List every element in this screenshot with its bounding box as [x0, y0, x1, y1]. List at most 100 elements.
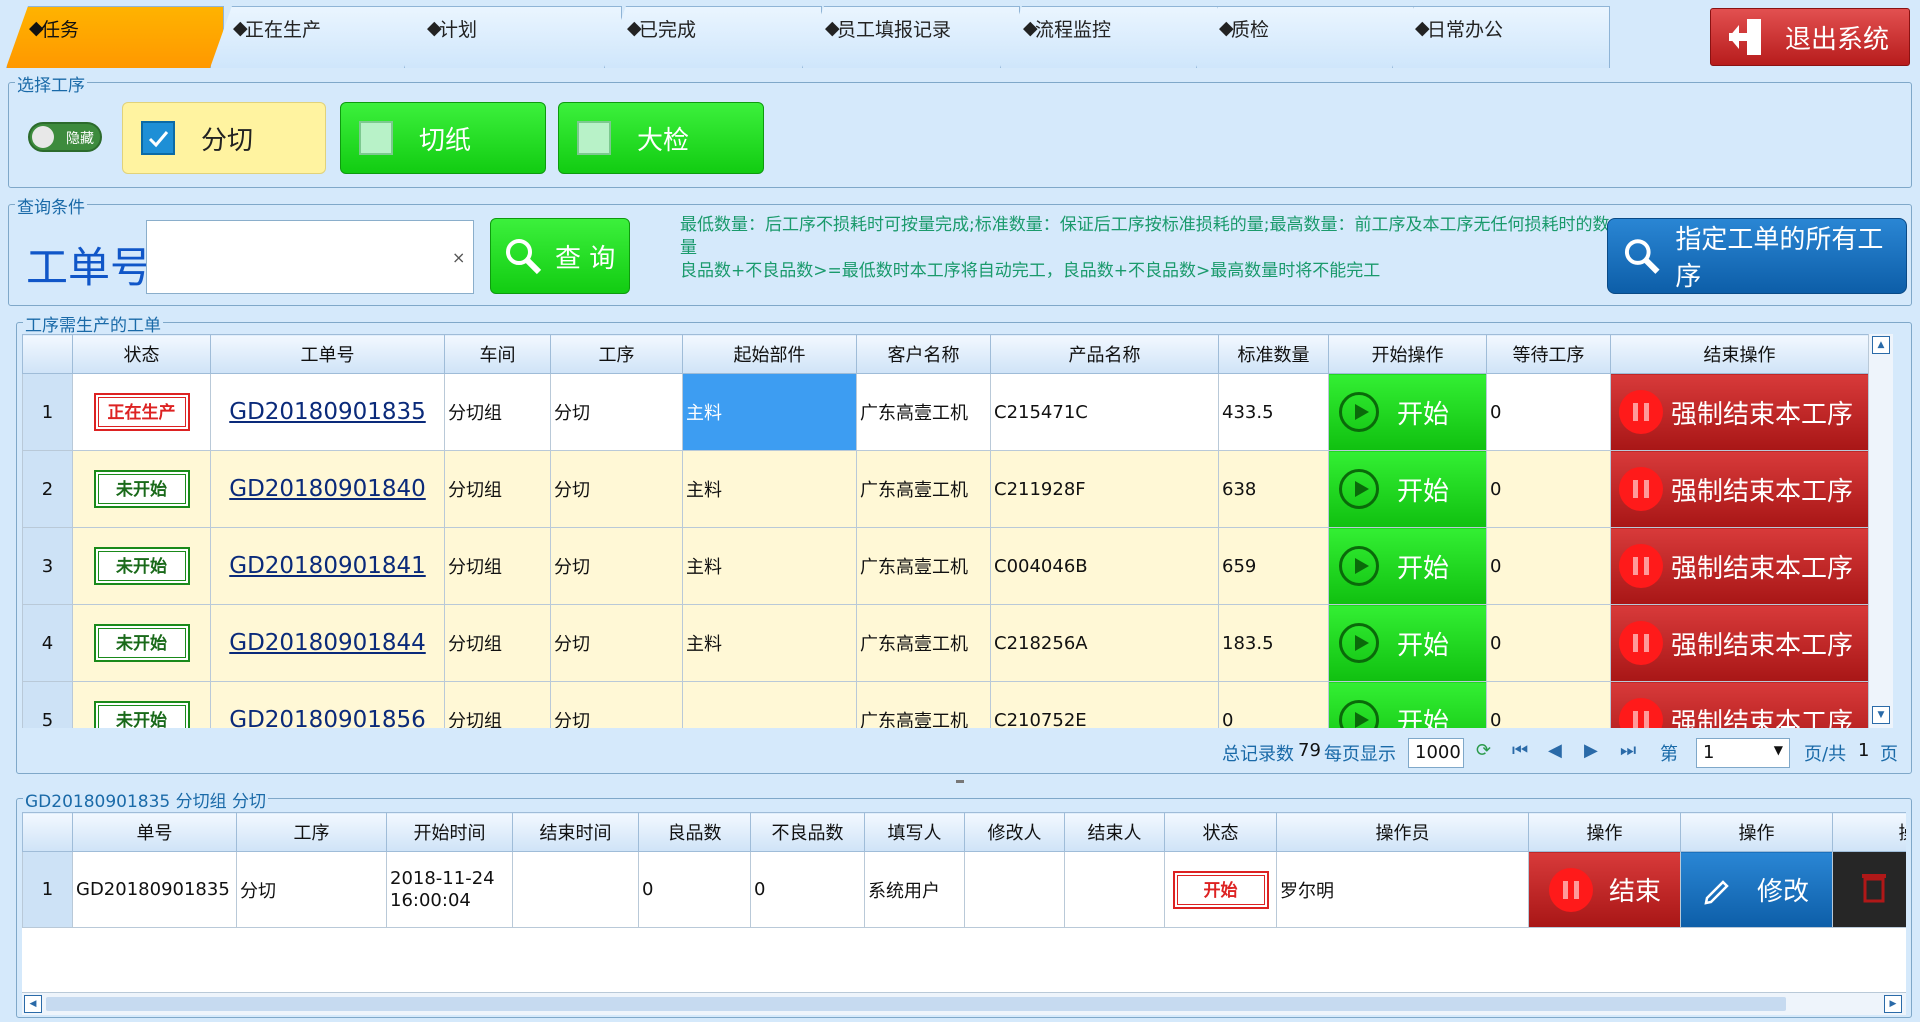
table-row[interactable]: 5 未开始 GD20180901856 分切组 分切 广东高壹工机 C21075… [22, 681, 1868, 728]
tab-task[interactable]: ◆ 任务 [6, 6, 224, 68]
logout-button[interactable]: 退出系统 [1710, 8, 1910, 66]
column-header[interactable]: 操 [1832, 812, 1906, 852]
column-header[interactable]: 开始时间 [386, 812, 513, 852]
part-cell[interactable]: 主料 [682, 450, 857, 528]
force-end-button[interactable]: 强制结束本工序 [1610, 681, 1868, 728]
force-end-button[interactable]: 强制结束本工序 [1610, 373, 1868, 451]
column-header[interactable]: 操作 [1680, 812, 1833, 852]
tab-in-production[interactable]: ◆ 正在生产 [210, 6, 428, 68]
table-row[interactable]: 1 GD20180901835 分切 2018-11-24 16:00:04 0… [22, 851, 1906, 928]
search-icon [1624, 239, 1660, 274]
last-page-icon[interactable]: ⏭ [1620, 740, 1636, 761]
scroll-left-icon[interactable]: ◀ [24, 995, 42, 1013]
column-header[interactable]: 结束操作 [1610, 334, 1868, 374]
column-header[interactable]: 结束时间 [512, 812, 639, 852]
work-order-link[interactable]: GD20180901844 [229, 630, 426, 656]
per-page-input[interactable]: 1000 [1408, 738, 1464, 768]
column-header[interactable]: 操作 [1528, 812, 1681, 852]
process-button-inspection[interactable]: 大检 [558, 102, 764, 174]
tab-icon: ◆ [427, 17, 442, 39]
process-button-slitting[interactable]: 分切 [122, 102, 326, 174]
splitter-grip[interactable] [956, 780, 964, 783]
status-cell: 未开始 [72, 681, 211, 728]
process-button-paper-cut[interactable]: 切纸 [340, 102, 546, 174]
tab-flow-monitor[interactable]: ◆ 流程监控 [1000, 6, 1218, 68]
work-order-link[interactable]: GD20180901841 [229, 553, 426, 579]
next-page-icon[interactable]: ▶ [1584, 740, 1598, 761]
column-header[interactable]: 操作员 [1276, 812, 1529, 852]
first-page-icon[interactable]: ⏮ [1512, 740, 1528, 761]
column-header[interactable]: 工单号 [210, 334, 445, 374]
tab-completed[interactable]: ◆ 已完成 [604, 6, 822, 68]
tab-daily-office[interactable]: ◆ 日常办公 [1392, 6, 1610, 68]
query-button[interactable]: 查 询 [490, 218, 630, 294]
column-header[interactable]: 结束人 [1064, 812, 1165, 852]
scroll-down-icon[interactable]: ▼ [1872, 706, 1890, 724]
tab-quality[interactable]: ◆ 质检 [1196, 6, 1414, 68]
column-header[interactable]: 不良品数 [750, 812, 865, 852]
chevron-down-icon: ▼ [1773, 743, 1783, 757]
column-header[interactable]: 产品名称 [990, 334, 1219, 374]
start-button[interactable]: 开始 [1328, 527, 1487, 605]
work-order-link[interactable]: GD20180901840 [229, 476, 426, 502]
column-header[interactable]: 工序 [550, 334, 683, 374]
column-header[interactable]: 开始操作 [1328, 334, 1487, 374]
status-badge: 未开始 [93, 624, 190, 662]
table-row[interactable]: 4 未开始 GD20180901844 分切组 分切 主料 广东高壹工机 C21… [22, 604, 1868, 682]
start-button[interactable]: 开始 [1328, 604, 1487, 682]
detail-horizontal-scrollbar[interactable]: ◀ ▶ [22, 992, 1906, 1015]
part-cell[interactable]: 主料 [682, 373, 857, 451]
scroll-right-icon[interactable]: ▶ [1884, 995, 1902, 1013]
delete-button[interactable] [1832, 851, 1906, 928]
column-header[interactable]: 修改人 [964, 812, 1065, 852]
prev-page-icon[interactable]: ◀ [1548, 740, 1562, 761]
work-order-label: 工单号 [26, 243, 153, 292]
page-select[interactable]: 1 ▼ [1696, 738, 1790, 768]
orders-vertical-scrollbar[interactable]: ▲ ▼ [1868, 334, 1893, 728]
hide-toggle[interactable]: 隐藏 [28, 122, 102, 152]
part-cell[interactable]: 主料 [682, 604, 857, 682]
force-end-button[interactable]: 强制结束本工序 [1610, 527, 1868, 605]
tab-employee-records[interactable]: ◆ 员工填报记录 [802, 6, 1020, 68]
column-header[interactable]: 工序 [236, 812, 387, 852]
refresh-icon[interactable]: ⟳ [1476, 740, 1491, 761]
column-header[interactable]: 等待工序 [1486, 334, 1611, 374]
part-cell[interactable]: 主料 [682, 527, 857, 605]
status-badge: 开始 [1172, 870, 1269, 909]
play-icon [1339, 623, 1379, 663]
tab-plan[interactable]: ◆ 计划 [404, 6, 622, 68]
column-header[interactable]: 良品数 [638, 812, 751, 852]
start-button[interactable]: 开始 [1328, 681, 1487, 728]
column-header[interactable]: 车间 [444, 334, 551, 374]
column-header[interactable]: 起始部件 [682, 334, 857, 374]
column-header[interactable]: 客户名称 [856, 334, 991, 374]
page-suffix: 页/共 [1804, 744, 1847, 765]
start-button[interactable]: 开始 [1328, 373, 1487, 451]
scroll-up-icon[interactable]: ▲ [1872, 336, 1890, 354]
column-header[interactable]: 单号 [72, 812, 237, 852]
ender-cell [1064, 851, 1165, 928]
column-header[interactable]: 状态 [1164, 812, 1277, 852]
wait-cell: 0 [1486, 450, 1611, 528]
column-header[interactable]: 填写人 [864, 812, 965, 852]
all-processes-button[interactable]: 指定工单的所有工序 [1607, 218, 1907, 294]
table-row[interactable]: 3 未开始 GD20180901841 分切组 分切 主料 广东高壹工机 C00… [22, 527, 1868, 605]
column-header[interactable]: 状态 [72, 334, 211, 374]
clear-icon[interactable]: × [452, 248, 465, 267]
table-row[interactable]: 2 未开始 GD20180901840 分切组 分切 主料 广东高壹工机 C21… [22, 450, 1868, 528]
scroll-thumb[interactable] [46, 997, 1786, 1011]
work-order-link[interactable]: GD20180901835 [229, 399, 426, 425]
part-cell[interactable] [682, 681, 857, 728]
force-end-button[interactable]: 强制结束本工序 [1610, 604, 1868, 682]
edit-button[interactable]: 修改 [1680, 851, 1833, 928]
force-end-button[interactable]: 强制结束本工序 [1610, 450, 1868, 528]
work-order-input[interactable] [146, 220, 474, 294]
table-row[interactable]: 1 正在生产 GD20180901835 分切组 分切 主料 广东高壹工机 C2… [22, 373, 1868, 451]
row-number: 5 [22, 681, 73, 728]
tab-icon: ◆ [1415, 17, 1430, 39]
start-button[interactable]: 开始 [1328, 450, 1487, 528]
column-header[interactable]: 标准数量 [1218, 334, 1329, 374]
hint-line-2: 良品数+不良品数>=最低数时本工序将自动完工，良品数+不良品数>最高数量时将不能… [680, 261, 1381, 281]
end-button[interactable]: 结束 [1528, 851, 1681, 928]
work-order-link[interactable]: GD20180901856 [229, 707, 426, 728]
